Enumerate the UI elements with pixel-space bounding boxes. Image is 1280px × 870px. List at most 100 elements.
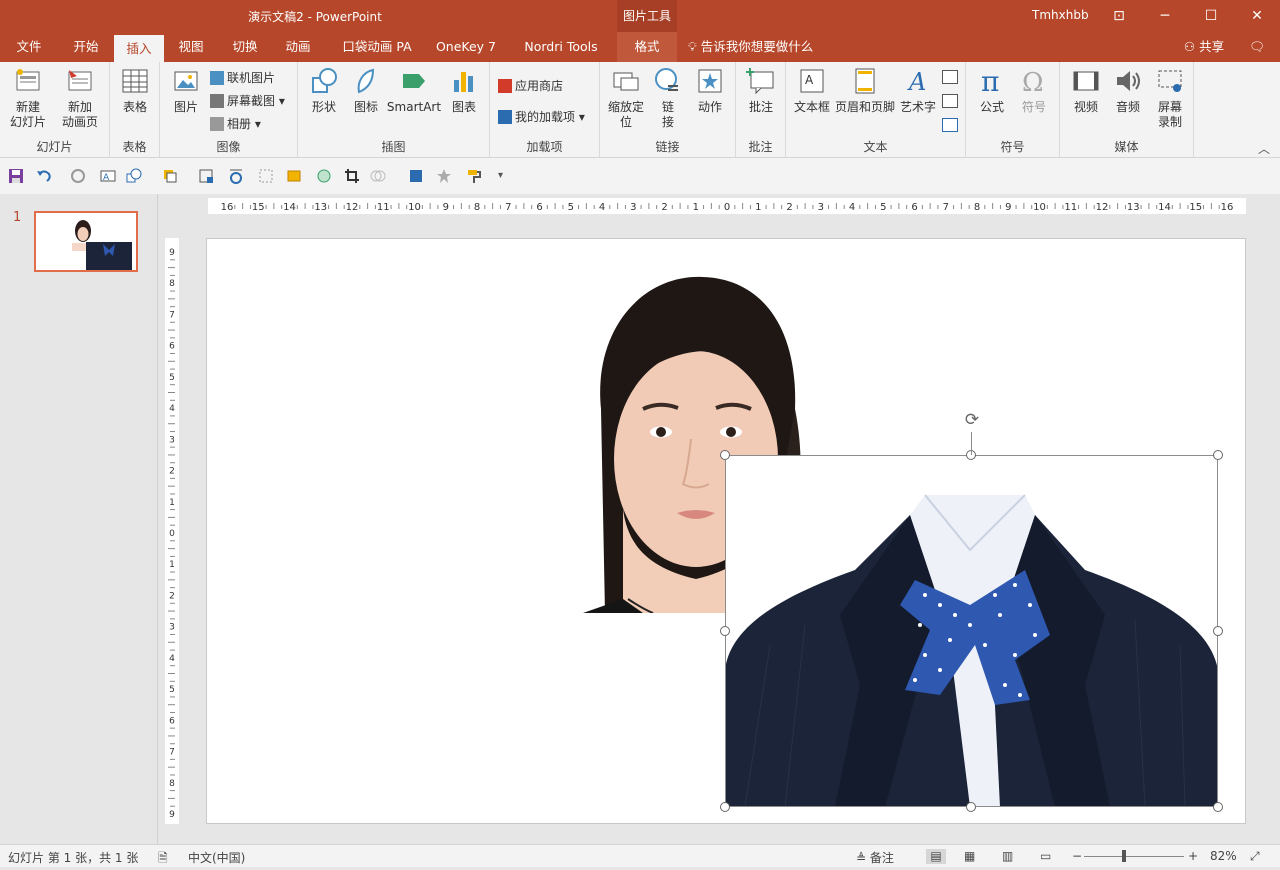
slide-sorter-icon[interactable]: ▦	[964, 849, 975, 863]
group-objects-icon[interactable]	[258, 168, 274, 184]
my-addins-button[interactable]: 我的加载项 ▾	[498, 107, 585, 127]
language-indicator[interactable]: 中文(中国)	[188, 849, 245, 866]
zoom-slider[interactable]	[1084, 856, 1184, 857]
header-footer-button[interactable]: 页眉和页脚	[834, 66, 896, 115]
tab-view[interactable]: 视图	[168, 32, 214, 62]
shapes-button[interactable]: 形状	[306, 66, 342, 115]
table-button[interactable]: 表格	[118, 66, 152, 115]
slide-thumbnail[interactable]	[34, 211, 138, 272]
textbox-button[interactable]: A 文本框	[792, 66, 832, 115]
icons-button[interactable]: 图标	[348, 66, 384, 115]
share-label: 共享	[1199, 39, 1225, 54]
animation-pane-icon[interactable]	[228, 168, 244, 184]
action-button[interactable]: 动作	[692, 66, 728, 115]
tab-format[interactable]: 格式	[617, 32, 677, 62]
save-icon[interactable]	[8, 168, 24, 184]
comments-icon[interactable]: 🗨︎	[1240, 32, 1274, 62]
slideshow-icon[interactable]: ▭	[1040, 849, 1051, 863]
customize-qat-icon[interactable]: ▾	[498, 170, 503, 181]
zoom-level[interactable]: 82%	[1210, 849, 1237, 863]
resize-handle-right[interactable]	[1213, 626, 1223, 636]
tab-nordri-tools[interactable]: Nordri Tools	[514, 32, 608, 62]
zoom-in-icon[interactable]: +	[1188, 849, 1198, 863]
quick-access-toolbar: A ▾	[0, 158, 1280, 194]
fill-color-icon[interactable]	[286, 168, 302, 184]
tab-pocket-animation[interactable]: 口袋动画 PA	[332, 32, 422, 62]
tab-animations[interactable]: 动画	[274, 32, 322, 62]
tab-home[interactable]: 开始	[60, 32, 112, 62]
user-name[interactable]: Tmhxhbb	[1032, 8, 1089, 22]
link-icon	[655, 68, 678, 91]
close-icon[interactable]: ✕	[1234, 0, 1280, 32]
crop-icon[interactable]	[344, 168, 360, 184]
photo-album-button[interactable]: 相册 ▾	[210, 114, 261, 134]
zoom-button[interactable]: 缩放定 位	[604, 66, 648, 130]
normal-view-icon[interactable]: ▤	[926, 849, 946, 864]
tab-insert[interactable]: 插入	[114, 35, 164, 62]
undo-icon[interactable]	[36, 168, 52, 184]
slide-canvas[interactable]: ⟳	[206, 238, 1246, 824]
maximize-icon[interactable]: ☐	[1188, 0, 1234, 32]
selection-frame	[725, 455, 1218, 807]
textbox-small-icon[interactable]: A	[100, 168, 116, 184]
new-slide-button[interactable]: 新建 幻灯片	[4, 66, 52, 130]
rotate-handle-icon[interactable]: ⟳	[962, 410, 982, 430]
tell-me-box[interactable]: 💡︎ 告诉我你想要做什么	[688, 32, 828, 62]
smartart-button[interactable]: SmartArt	[386, 66, 442, 115]
collapse-ribbon-icon[interactable]: ︿	[1258, 140, 1270, 157]
screenshot-button[interactable]: 屏幕截图 ▾	[210, 91, 285, 111]
redo-icon[interactable]	[70, 168, 86, 184]
resize-handle-bottom-right[interactable]	[1213, 802, 1223, 812]
oval-icon[interactable]	[316, 168, 332, 184]
minimize-icon[interactable]: ─	[1142, 0, 1188, 32]
slide-number-icon[interactable]	[942, 94, 958, 108]
equation-button[interactable]: π 公式	[972, 66, 1012, 115]
resize-handle-bottom[interactable]	[966, 802, 976, 812]
status-bar: 幻灯片 第 1 张，共 1 张 🗎︎ 中文(中国) ≜ 备注 ▤ ▦ ▥ ▭ −…	[0, 844, 1280, 867]
align-icon[interactable]	[198, 168, 214, 184]
group-label: 媒体	[1114, 140, 1139, 154]
ruler-label: 15	[252, 202, 265, 213]
store-button[interactable]: 应用商店	[498, 76, 563, 96]
textbox-icon: A	[800, 69, 824, 93]
picture-button[interactable]: 图片	[168, 66, 204, 115]
link-button[interactable]: 链 接	[650, 66, 686, 130]
audio-button[interactable]: 音频	[1108, 66, 1148, 115]
format-painter-icon[interactable]	[466, 168, 482, 184]
object-icon[interactable]	[942, 118, 958, 132]
tab-onekey[interactable]: OneKey 7	[428, 32, 504, 62]
ruler-label: 6	[911, 202, 917, 213]
arrange-icon[interactable]	[162, 168, 178, 184]
new-animation-page-button[interactable]: 新加 动画页	[54, 66, 106, 130]
group-label: 链接	[655, 140, 680, 154]
zoom-out-icon[interactable]: −	[1072, 849, 1082, 863]
notes-button[interactable]: ≜ 备注	[856, 849, 894, 866]
picture-tools-context-tab: 图片工具	[617, 0, 677, 32]
resize-handle-bottom-left[interactable]	[720, 802, 730, 812]
effects-icon[interactable]	[436, 168, 452, 184]
symbol-button[interactable]: Ω 符号	[1014, 66, 1054, 115]
ruler-label: 9	[1005, 202, 1011, 213]
merge-shapes-icon[interactable]	[370, 168, 386, 184]
online-pictures-button[interactable]: 联机图片	[210, 68, 275, 88]
my-addins-icon	[498, 110, 512, 124]
tab-transitions[interactable]: 切换	[220, 32, 270, 62]
date-time-icon[interactable]	[942, 70, 958, 84]
wordart-button[interactable]: A 艺术字	[898, 66, 938, 115]
shape-fill-icon[interactable]	[408, 168, 424, 184]
screen-recording-button[interactable]: 屏幕 录制	[1150, 66, 1190, 130]
resize-handle-left[interactable]	[720, 626, 730, 636]
share-button[interactable]: ⚇ 共享	[1178, 32, 1230, 62]
chart-button[interactable]: 图表	[446, 66, 482, 115]
tab-file[interactable]: 文件	[4, 32, 54, 62]
video-button[interactable]: 视频	[1066, 66, 1106, 115]
shapes-small-icon[interactable]	[126, 168, 142, 184]
resize-handle-top-left[interactable]	[720, 450, 730, 460]
zoom-slider-thumb[interactable]	[1122, 850, 1126, 862]
fit-to-window-icon[interactable]: ⤢	[1250, 849, 1260, 864]
reading-view-icon[interactable]: ▥	[1002, 849, 1013, 863]
resize-handle-top-right[interactable]	[1213, 450, 1223, 460]
ruler-label: 4	[599, 202, 605, 213]
comment-button[interactable]: 批注	[743, 66, 779, 115]
ribbon-display-options-icon[interactable]: ⊡	[1096, 0, 1142, 32]
